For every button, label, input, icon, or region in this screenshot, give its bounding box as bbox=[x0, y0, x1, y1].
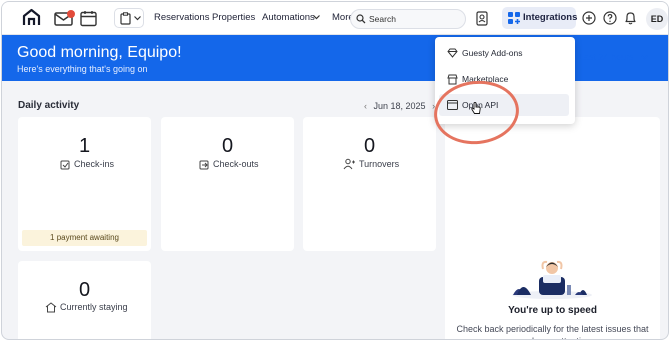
checkouts-count: 0 bbox=[221, 135, 234, 157]
search-input[interactable]: Search bbox=[350, 9, 466, 29]
chevron-left-icon[interactable]: ‹ bbox=[364, 101, 367, 111]
integrations-label: Integrations bbox=[523, 12, 578, 23]
attention-panel: You're up to speed Check back periodical… bbox=[445, 117, 660, 339]
currently-staying-label: Currently staying bbox=[60, 302, 128, 312]
help-icon[interactable] bbox=[603, 11, 617, 25]
chevron-down-icon bbox=[641, 55, 648, 60]
apps-grid-icon bbox=[508, 12, 520, 24]
date-navigator: ‹ Jun 18, 2025 › bbox=[364, 101, 435, 111]
hand-cursor-icon bbox=[471, 102, 481, 114]
daily-activity-title: Daily activity bbox=[18, 100, 80, 111]
period-selector[interactable]: Last 24 hours bbox=[579, 52, 648, 62]
diamond-icon bbox=[447, 48, 458, 58]
payment-awaiting-badge[interactable]: 1 payment awaiting bbox=[22, 230, 147, 246]
clipboard-icon bbox=[120, 12, 131, 25]
up-to-speed-text: Check back periodically for the latest i… bbox=[456, 324, 649, 339]
turnovers-count: 0 bbox=[363, 135, 376, 157]
checkins-label: Check-ins bbox=[74, 159, 115, 169]
search-icon bbox=[356, 14, 366, 24]
menu-item-label: Guesty Add-ons bbox=[462, 48, 523, 58]
top-navigation-bar: Reservations Properties Automations More… bbox=[2, 2, 668, 35]
calendar-icon[interactable] bbox=[80, 10, 97, 27]
turnovers-label: Turnovers bbox=[359, 159, 400, 169]
nav-properties[interactable]: Properties bbox=[212, 12, 255, 23]
inbox-icon[interactable] bbox=[54, 10, 76, 27]
checkout-icon bbox=[199, 160, 209, 170]
chevron-down-icon bbox=[134, 16, 141, 21]
relaxing-person-illustration bbox=[512, 260, 592, 299]
bell-icon[interactable] bbox=[624, 11, 637, 25]
nav-automations[interactable]: Automations bbox=[262, 12, 315, 23]
chevron-down-icon bbox=[313, 15, 320, 20]
menu-item-guesty-addons[interactable]: Guesty Add-ons bbox=[439, 42, 569, 64]
checkins-count: 1 bbox=[78, 135, 91, 157]
activity-date: Jun 18, 2025 bbox=[373, 101, 426, 111]
house-icon bbox=[45, 302, 57, 313]
period-label: Last 24 hours bbox=[579, 52, 634, 62]
add-circle-icon[interactable] bbox=[582, 11, 596, 25]
checkin-icon bbox=[60, 160, 70, 170]
contact-card-icon[interactable] bbox=[476, 11, 488, 26]
nav-reservations[interactable]: Reservations bbox=[154, 12, 209, 23]
page-subtitle: Here's everything that's going on bbox=[17, 64, 148, 74]
app-window: Reservations Properties Automations More… bbox=[1, 1, 669, 340]
currently-staying-card[interactable]: 0 Currently staying bbox=[18, 261, 151, 339]
store-icon bbox=[447, 74, 458, 85]
checkouts-card[interactable]: 0 Check-outs bbox=[161, 117, 294, 251]
home-logo-icon[interactable] bbox=[22, 8, 41, 27]
checkins-card[interactable]: 1 Check-ins 1 payment awaiting bbox=[18, 117, 151, 251]
currently-staying-count: 0 bbox=[78, 279, 91, 301]
search-placeholder: Search bbox=[369, 14, 396, 24]
user-avatar[interactable]: ED bbox=[646, 8, 668, 30]
up-to-speed-title: You're up to speed bbox=[508, 305, 597, 316]
integrations-button[interactable]: Integrations bbox=[502, 7, 578, 29]
tasks-menu-button[interactable] bbox=[114, 8, 144, 28]
checkouts-label: Check-outs bbox=[213, 159, 259, 169]
turnover-icon bbox=[343, 158, 355, 170]
turnovers-card[interactable]: 0 Turnovers bbox=[303, 117, 436, 251]
page-greeting: Good morning, Equipo! bbox=[17, 44, 182, 61]
